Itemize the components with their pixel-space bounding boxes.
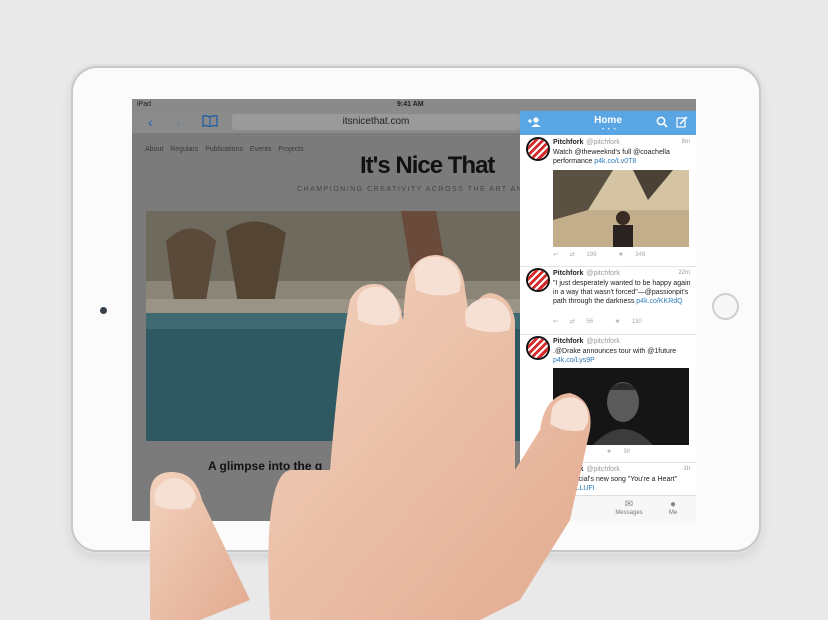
site-title[interactable]: It's Nice That [360,152,495,180]
nav-events[interactable]: Events [250,146,271,153]
tab-me[interactable]: ● Me [648,499,696,516]
bell-icon: 🔔 [548,499,562,510]
favorite-icon: ★ [614,319,621,325]
reply-icon[interactable]: ↩ [553,319,558,325]
avatar[interactable] [528,338,548,358]
nav-projects[interactable]: Projects [278,146,303,153]
compose-icon[interactable] [676,116,688,131]
tweet-time: 22m [678,270,690,276]
retweet-count: 199 [586,252,597,258]
home-button[interactable] [712,293,739,320]
favorite-count: 130 [631,319,642,325]
tweet-item[interactable]: Pitchfork @pitchfork 22m "I just desperat… [520,266,696,335]
tweet-item[interactable]: Pitchfork @pitchfork .@Drake announces to… [520,334,696,463]
tweet-item[interactable]: Pitchfork @pitchfork 1h @bluofficial's ne… [520,462,696,495]
nav-about[interactable]: About [145,146,163,153]
tweet-author: Pitchfork [553,139,584,146]
retweet-icon: ⇄ [569,449,575,455]
back-chevron-icon[interactable]: ‹ [148,114,153,130]
envelope-icon: ✉ [624,499,634,510]
avatar[interactable] [528,139,548,159]
reply-icon[interactable]: ↩ [553,449,558,455]
tweet-time: 1h [683,466,690,472]
favorite-icon: ★ [618,252,624,258]
avatar[interactable] [528,270,548,290]
favorite-count: 348 [635,252,646,258]
favorite-count: 90 [623,449,631,455]
tab-messages[interactable]: ✉ Messages [604,499,654,516]
tweet-item[interactable]: Pitchfork @pitchfork 8m Watch @theweeknd'… [520,135,696,267]
tweet-link[interactable]: p4k.co/KKRdQ [636,298,682,305]
address-bar[interactable]: itsnicethat.com [232,114,520,130]
tweet-handle: @pitchfork [586,270,620,277]
tweet-author: Pitchfork [553,270,584,277]
person-icon: ● [669,499,677,510]
forward-chevron-icon[interactable]: › [176,114,181,130]
retweet-icon: ⇄ [569,252,575,258]
tweet-link[interactable]: p4k.co/Lys9P [553,357,595,364]
tweet-text: @bluofficial's new song "You're a Heart" [553,476,678,483]
tweet-time: 8m [681,139,690,145]
reply-icon[interactable]: ↩ [553,252,558,258]
tab-label: Messages [615,510,643,516]
ipad-screen: ‹ › itsnicethat.com About Regulars Publi… [132,99,696,521]
nav-publications[interactable]: Publications [205,146,243,153]
tab-notifications[interactable]: 🔔 tifications [530,499,580,516]
hero-photo[interactable] [146,211,520,441]
tweet-handle: @pitchfork [586,139,620,146]
twitter-title: Home [594,115,622,126]
tab-label: tifications [542,510,568,516]
status-bar: iPad 9:41 AM [132,99,696,111]
site-nav: About Regulars Publications Events Proje… [145,146,309,153]
nav-regulars[interactable]: Regulars [170,146,198,153]
status-time: 9:41 AM [397,101,424,108]
tweet-author: Pitchfork [553,466,584,473]
tweet-actions: ↩ ⇄ ★ 90 [553,448,650,455]
tweet-actions: ↩ ⇄ 56 ★ 130 [553,318,662,325]
tweet-text: .@Drake announces tour with @1future [553,348,677,355]
device-label: iPad [137,101,152,108]
search-icon[interactable] [656,116,668,131]
tweet-photo[interactable] [553,170,689,247]
twitter-app: Home • • • Pitchfork @pitchfork 8m Watch … [520,99,696,521]
tweet-handle: @pitchfork [586,466,620,473]
tweet-handle: @pitchfork [586,338,620,345]
twitter-tab-bar: 🔔 tifications ✉ Messages ● Me [520,495,696,521]
favorite-icon: ★ [606,449,612,455]
bookmarks-icon[interactable] [202,115,218,130]
tweet-link[interactable]: p4k.co/Lv0T8 [594,158,636,165]
tweet-actions: ↩ ⇄ 199 ★ 348 [553,251,665,258]
safari-app: ‹ › itsnicethat.com About Regulars Publi… [132,99,586,521]
avatar[interactable] [528,466,548,486]
tweet-author: Pitchfork [553,338,584,345]
retweet-count: 56 [586,319,594,325]
tab-label: Me [668,510,678,516]
page-dots: • • • [602,127,617,133]
tweet-link[interactable]: p4k.co/LLUFI [553,485,595,492]
retweet-icon: ⇄ [569,319,575,325]
front-camera [100,307,107,314]
tweet-photo[interactable] [553,368,689,445]
article-headline[interactable]: A glimpse into the g [208,459,322,473]
safari-toolbar: ‹ › itsnicethat.com [132,111,520,133]
